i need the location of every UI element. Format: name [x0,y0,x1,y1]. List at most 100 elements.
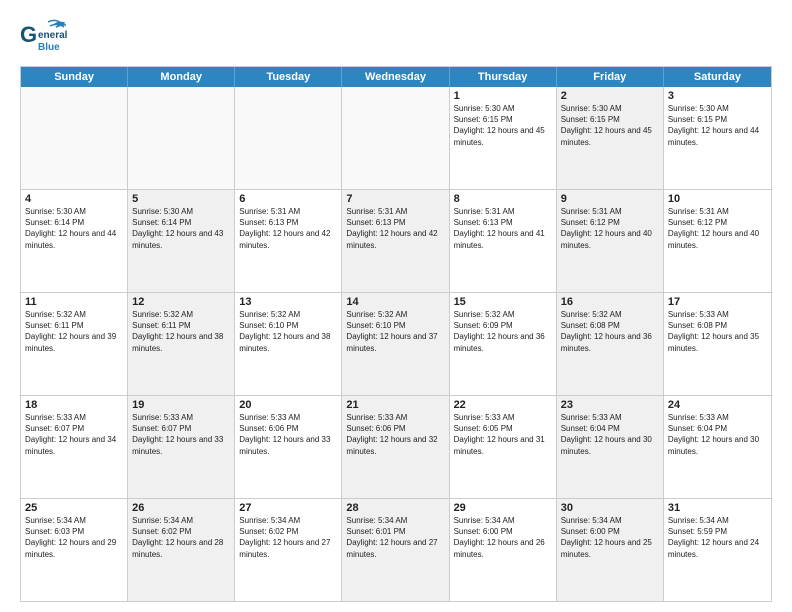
week-row-5: 25Sunrise: 5:34 AMSunset: 6:03 PMDayligh… [21,499,771,601]
cell-info: Sunrise: 5:31 AMSunset: 6:12 PMDaylight:… [668,206,767,251]
week-row-1: 1Sunrise: 5:30 AMSunset: 6:15 PMDaylight… [21,87,771,190]
header-monday: Monday [128,67,235,87]
day-cell-26: 26Sunrise: 5:34 AMSunset: 6:02 PMDayligh… [128,499,235,601]
cell-info: Sunrise: 5:30 AMSunset: 6:15 PMDaylight:… [561,103,659,148]
day-cell-8: 8Sunrise: 5:31 AMSunset: 6:13 PMDaylight… [450,190,557,292]
week-row-2: 4Sunrise: 5:30 AMSunset: 6:14 PMDaylight… [21,190,771,293]
day-cell-12: 12Sunrise: 5:32 AMSunset: 6:11 PMDayligh… [128,293,235,395]
day-cell-25: 25Sunrise: 5:34 AMSunset: 6:03 PMDayligh… [21,499,128,601]
cell-info: Sunrise: 5:34 AMSunset: 6:02 PMDaylight:… [239,515,337,560]
cell-info: Sunrise: 5:32 AMSunset: 6:11 PMDaylight:… [25,309,123,354]
day-number: 29 [454,502,552,514]
logo-icon: G eneral Blue [20,16,72,60]
week-row-3: 11Sunrise: 5:32 AMSunset: 6:11 PMDayligh… [21,293,771,396]
day-cell-empty [128,87,235,189]
day-cell-17: 17Sunrise: 5:33 AMSunset: 6:08 PMDayligh… [664,293,771,395]
cell-info: Sunrise: 5:33 AMSunset: 6:04 PMDaylight:… [561,412,659,457]
cell-info: Sunrise: 5:33 AMSunset: 6:06 PMDaylight:… [239,412,337,457]
cell-info: Sunrise: 5:34 AMSunset: 6:02 PMDaylight:… [132,515,230,560]
header-wednesday: Wednesday [342,67,449,87]
calendar: Sunday Monday Tuesday Wednesday Thursday… [20,66,772,602]
cell-info: Sunrise: 5:31 AMSunset: 6:13 PMDaylight:… [346,206,444,251]
day-number: 28 [346,502,444,514]
header-tuesday: Tuesday [235,67,342,87]
day-cell-14: 14Sunrise: 5:32 AMSunset: 6:10 PMDayligh… [342,293,449,395]
day-cell-10: 10Sunrise: 5:31 AMSunset: 6:12 PMDayligh… [664,190,771,292]
day-cell-16: 16Sunrise: 5:32 AMSunset: 6:08 PMDayligh… [557,293,664,395]
day-number: 1 [454,90,552,102]
day-cell-31: 31Sunrise: 5:34 AMSunset: 5:59 PMDayligh… [664,499,771,601]
day-cell-9: 9Sunrise: 5:31 AMSunset: 6:12 PMDaylight… [557,190,664,292]
day-number: 24 [668,399,767,411]
day-cell-11: 11Sunrise: 5:32 AMSunset: 6:11 PMDayligh… [21,293,128,395]
day-cell-7: 7Sunrise: 5:31 AMSunset: 6:13 PMDaylight… [342,190,449,292]
day-cell-30: 30Sunrise: 5:34 AMSunset: 6:00 PMDayligh… [557,499,664,601]
cell-info: Sunrise: 5:34 AMSunset: 6:01 PMDaylight:… [346,515,444,560]
cell-info: Sunrise: 5:34 AMSunset: 6:03 PMDaylight:… [25,515,123,560]
day-number: 30 [561,502,659,514]
header-sunday: Sunday [21,67,128,87]
day-cell-19: 19Sunrise: 5:33 AMSunset: 6:07 PMDayligh… [128,396,235,498]
day-number: 19 [132,399,230,411]
day-cell-empty [235,87,342,189]
cell-info: Sunrise: 5:33 AMSunset: 6:08 PMDaylight:… [668,309,767,354]
day-cell-6: 6Sunrise: 5:31 AMSunset: 6:13 PMDaylight… [235,190,342,292]
header-thursday: Thursday [450,67,557,87]
cell-info: Sunrise: 5:33 AMSunset: 6:04 PMDaylight:… [668,412,767,457]
day-cell-24: 24Sunrise: 5:33 AMSunset: 6:04 PMDayligh… [664,396,771,498]
day-cell-27: 27Sunrise: 5:34 AMSunset: 6:02 PMDayligh… [235,499,342,601]
week-row-4: 18Sunrise: 5:33 AMSunset: 6:07 PMDayligh… [21,396,771,499]
day-number: 5 [132,193,230,205]
cell-info: Sunrise: 5:31 AMSunset: 6:12 PMDaylight:… [561,206,659,251]
day-number: 12 [132,296,230,308]
day-cell-empty [342,87,449,189]
day-number: 2 [561,90,659,102]
day-cell-28: 28Sunrise: 5:34 AMSunset: 6:01 PMDayligh… [342,499,449,601]
svg-text:Blue: Blue [38,42,60,53]
day-cell-3: 3Sunrise: 5:30 AMSunset: 6:15 PMDaylight… [664,87,771,189]
day-number: 21 [346,399,444,411]
svg-text:G: G [20,22,37,47]
calendar-header: Sunday Monday Tuesday Wednesday Thursday… [21,67,771,87]
svg-text:eneral: eneral [38,30,68,41]
cell-info: Sunrise: 5:30 AMSunset: 6:14 PMDaylight:… [25,206,123,251]
day-number: 8 [454,193,552,205]
day-cell-29: 29Sunrise: 5:34 AMSunset: 6:00 PMDayligh… [450,499,557,601]
day-number: 6 [239,193,337,205]
cell-info: Sunrise: 5:31 AMSunset: 6:13 PMDaylight:… [454,206,552,251]
cell-info: Sunrise: 5:33 AMSunset: 6:07 PMDaylight:… [132,412,230,457]
cell-info: Sunrise: 5:30 AMSunset: 6:15 PMDaylight:… [668,103,767,148]
day-cell-23: 23Sunrise: 5:33 AMSunset: 6:04 PMDayligh… [557,396,664,498]
day-cell-18: 18Sunrise: 5:33 AMSunset: 6:07 PMDayligh… [21,396,128,498]
cell-info: Sunrise: 5:32 AMSunset: 6:11 PMDaylight:… [132,309,230,354]
cell-info: Sunrise: 5:32 AMSunset: 6:09 PMDaylight:… [454,309,552,354]
cell-info: Sunrise: 5:30 AMSunset: 6:15 PMDaylight:… [454,103,552,148]
day-number: 7 [346,193,444,205]
cell-info: Sunrise: 5:33 AMSunset: 6:06 PMDaylight:… [346,412,444,457]
cell-info: Sunrise: 5:34 AMSunset: 6:00 PMDaylight:… [454,515,552,560]
day-cell-1: 1Sunrise: 5:30 AMSunset: 6:15 PMDaylight… [450,87,557,189]
day-number: 11 [25,296,123,308]
cell-info: Sunrise: 5:32 AMSunset: 6:10 PMDaylight:… [346,309,444,354]
page: G eneral Blue Sunday Monday Tuesday Wedn… [0,0,792,612]
day-cell-13: 13Sunrise: 5:32 AMSunset: 6:10 PMDayligh… [235,293,342,395]
day-number: 16 [561,296,659,308]
day-number: 26 [132,502,230,514]
day-number: 20 [239,399,337,411]
day-number: 4 [25,193,123,205]
cell-info: Sunrise: 5:34 AMSunset: 5:59 PMDaylight:… [668,515,767,560]
cell-info: Sunrise: 5:34 AMSunset: 6:00 PMDaylight:… [561,515,659,560]
cell-info: Sunrise: 5:31 AMSunset: 6:13 PMDaylight:… [239,206,337,251]
day-number: 23 [561,399,659,411]
calendar-body: 1Sunrise: 5:30 AMSunset: 6:15 PMDaylight… [21,87,771,601]
day-cell-empty [21,87,128,189]
header-saturday: Saturday [664,67,771,87]
day-number: 14 [346,296,444,308]
cell-info: Sunrise: 5:33 AMSunset: 6:07 PMDaylight:… [25,412,123,457]
day-cell-22: 22Sunrise: 5:33 AMSunset: 6:05 PMDayligh… [450,396,557,498]
day-number: 3 [668,90,767,102]
day-number: 9 [561,193,659,205]
day-number: 18 [25,399,123,411]
day-number: 13 [239,296,337,308]
day-number: 27 [239,502,337,514]
